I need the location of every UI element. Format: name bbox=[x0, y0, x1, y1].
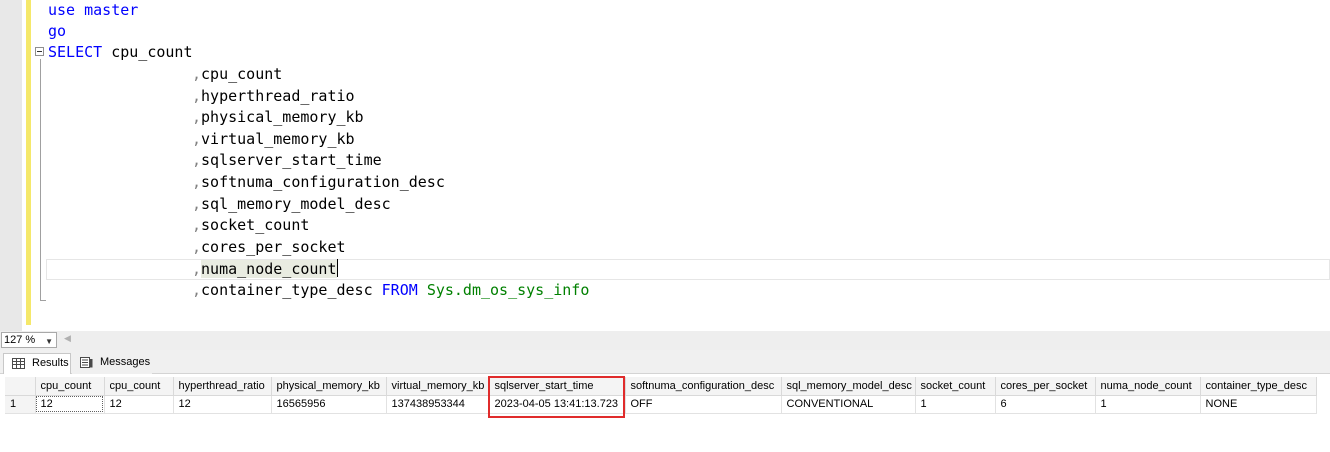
editor-status-bar bbox=[0, 331, 1330, 350]
table-cell[interactable]: 16565956 bbox=[271, 395, 387, 414]
column-header[interactable]: numa_node_count bbox=[1095, 377, 1201, 396]
column-name: cores_per_socket bbox=[201, 238, 346, 256]
table-cell[interactable]: 6 bbox=[995, 395, 1096, 414]
table-cell[interactable]: 137438953344 bbox=[386, 395, 490, 414]
table-cell[interactable]: 1 bbox=[1095, 395, 1201, 414]
code-line-1: use master bbox=[48, 0, 138, 21]
keyword-select: SELECT bbox=[48, 43, 103, 61]
column-header[interactable]: container_type_desc bbox=[1200, 377, 1317, 396]
comma: , bbox=[192, 87, 202, 105]
table-name: Sys.dm_os_sys_info bbox=[426, 281, 590, 299]
code-line-8: ,sqlserver_start_time bbox=[192, 150, 382, 171]
grid-icon bbox=[12, 358, 25, 369]
select-first-column: cpu_count bbox=[111, 43, 193, 61]
column-name: physical_memory_kb bbox=[201, 108, 364, 126]
comma: , bbox=[192, 238, 202, 256]
column-name: socket_count bbox=[201, 216, 310, 234]
keyword-go: go bbox=[48, 22, 67, 40]
comma: , bbox=[192, 260, 202, 278]
column-name: container_type_desc bbox=[201, 281, 373, 299]
dropdown-arrow-icon: ▼ bbox=[45, 337, 53, 346]
zoom-dropdown[interactable]: 127 % ▼ bbox=[1, 332, 57, 348]
table-cell[interactable]: 1 bbox=[915, 395, 996, 414]
code-line-13: ,numa_node_count bbox=[192, 259, 338, 280]
code-line-11: ,socket_count bbox=[192, 215, 309, 236]
column-header[interactable]: cores_per_socket bbox=[995, 377, 1096, 396]
table-cell[interactable]: CONVENTIONAL bbox=[781, 395, 916, 414]
column-header[interactable]: hyperthread_ratio bbox=[173, 377, 272, 396]
table-cell[interactable]: 12 bbox=[104, 395, 174, 414]
comma: , bbox=[192, 216, 202, 234]
tab-messages[interactable]: Messages bbox=[72, 353, 152, 374]
code-line-12: ,cores_per_socket bbox=[192, 237, 346, 258]
column-name: sqlserver_start_time bbox=[201, 151, 382, 169]
column-header[interactable]: sql_memory_model_desc bbox=[781, 377, 916, 396]
header-row: cpu_count cpu_count hyperthread_ratio ph… bbox=[5, 377, 1317, 396]
results-tab-bar bbox=[0, 350, 1330, 374]
column-header[interactable]: physical_memory_kb bbox=[271, 377, 387, 396]
outline-line bbox=[40, 59, 41, 301]
column-header[interactable]: cpu_count bbox=[104, 377, 174, 396]
comma: , bbox=[192, 108, 202, 126]
column-header[interactable]: sqlserver_start_time bbox=[489, 377, 626, 396]
column-name: cpu_count bbox=[201, 65, 283, 83]
table-cell-selected[interactable]: 12 bbox=[35, 395, 105, 414]
code-line-4: ,cpu_count bbox=[192, 64, 282, 85]
code-line-7: ,virtual_memory_kb bbox=[192, 129, 355, 150]
column-header[interactable]: softnuma_configuration_desc bbox=[625, 377, 782, 396]
tab-messages-label: Messages bbox=[100, 356, 151, 368]
code-line-9: ,softnuma_configuration_desc bbox=[192, 172, 445, 193]
row-number[interactable]: 1 bbox=[5, 395, 36, 414]
results-grid[interactable]: cpu_count cpu_count hyperthread_ratio ph… bbox=[0, 374, 1330, 452]
tab-results-label: Results bbox=[32, 357, 69, 369]
comma: , bbox=[192, 130, 202, 148]
outline-end bbox=[40, 300, 46, 301]
comma: , bbox=[192, 151, 202, 169]
column-name: hyperthread_ratio bbox=[201, 87, 355, 105]
table-cell[interactable]: 2023-04-05 13:41:13.723 bbox=[489, 395, 626, 414]
table-cell[interactable]: 12 bbox=[173, 395, 272, 414]
highlighted-column-name: numa_node_count bbox=[201, 260, 337, 278]
code-line-6: ,physical_memory_kb bbox=[192, 107, 364, 128]
collapse-icon[interactable] bbox=[35, 47, 44, 56]
row-header-corner[interactable] bbox=[5, 377, 36, 396]
tab-results[interactable]: Results bbox=[3, 353, 71, 374]
table-cell[interactable]: OFF bbox=[625, 395, 782, 414]
text-caret bbox=[336, 259, 338, 277]
change-tracking-bar bbox=[26, 0, 31, 325]
code-line-5: ,hyperthread_ratio bbox=[192, 86, 355, 107]
column-header[interactable]: cpu_count bbox=[35, 377, 105, 396]
scroll-left-icon[interactable]: ◀ bbox=[64, 333, 71, 344]
code-line-10: ,sql_memory_model_desc bbox=[192, 194, 391, 215]
results-table: cpu_count cpu_count hyperthread_ratio ph… bbox=[5, 377, 1317, 414]
column-name: softnuma_configuration_desc bbox=[201, 173, 445, 191]
code-line-2: go bbox=[48, 21, 66, 42]
keyword-from: FROM bbox=[381, 281, 418, 299]
column-header[interactable]: virtual_memory_kb bbox=[386, 377, 490, 396]
comma: , bbox=[192, 281, 202, 299]
code-line-14: ,container_type_desc FROM Sys.dm_os_sys_… bbox=[192, 280, 589, 301]
messages-icon bbox=[80, 357, 93, 368]
table-row[interactable]: 1 12 12 12 16565956 137438953344 2023-04… bbox=[5, 395, 1317, 414]
column-name: sql_memory_model_desc bbox=[201, 195, 391, 213]
editor-gutter bbox=[0, 0, 22, 331]
keyword-use: use bbox=[48, 1, 76, 19]
zoom-value: 127 % bbox=[4, 334, 36, 346]
table-cell[interactable]: NONE bbox=[1200, 395, 1317, 414]
column-header[interactable]: socket_count bbox=[915, 377, 996, 396]
comma: , bbox=[192, 173, 202, 191]
database-name: master bbox=[84, 1, 139, 19]
column-name: virtual_memory_kb bbox=[201, 130, 355, 148]
comma: , bbox=[192, 195, 202, 213]
code-line-3: SELECT cpu_count bbox=[48, 42, 193, 63]
comma: , bbox=[192, 65, 202, 83]
query-editor[interactable]: use master go SELECT cpu_count ,cpu_coun… bbox=[0, 0, 1330, 331]
